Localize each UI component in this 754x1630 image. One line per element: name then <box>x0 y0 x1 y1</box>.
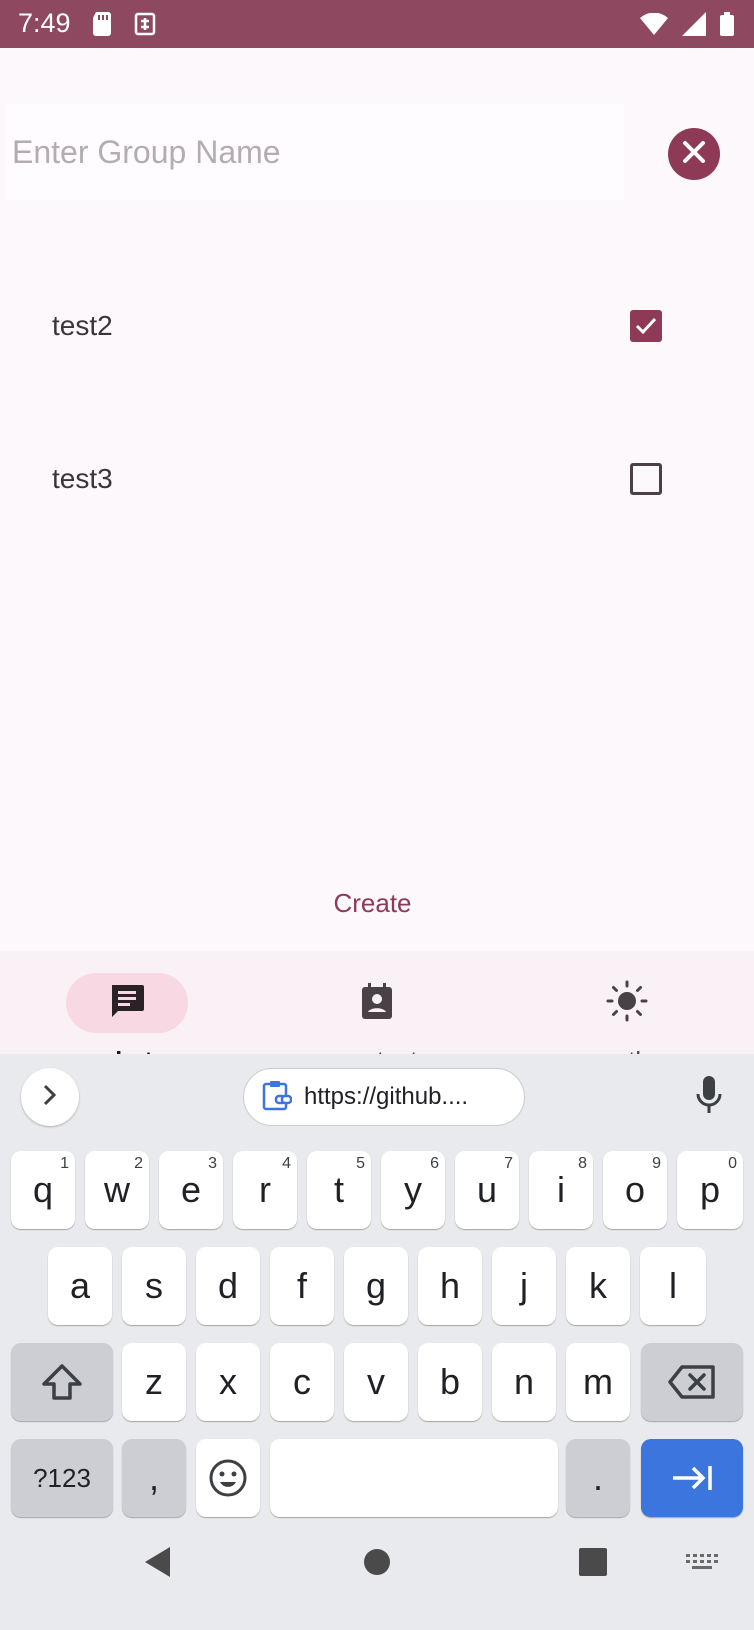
keyboard-expand-button[interactable] <box>21 1068 79 1126</box>
key-d[interactable]: d <box>196 1247 260 1325</box>
contact-icon <box>357 981 397 1026</box>
key-m[interactable]: m <box>566 1343 630 1421</box>
cell-signal-icon <box>682 12 706 41</box>
home-icon[interactable] <box>363 1548 391 1581</box>
key-z[interactable]: z <box>122 1343 186 1421</box>
sim-icon <box>134 12 156 41</box>
check-icon <box>635 317 657 335</box>
symbols-key[interactable]: ?123 <box>11 1439 113 1517</box>
status-bar: 7:49 <box>0 0 754 48</box>
key-y[interactable]: y6 <box>381 1151 445 1229</box>
backspace-icon <box>668 1365 715 1399</box>
system-navigation-bar <box>0 1510 754 1630</box>
key-a[interactable]: a <box>48 1247 112 1325</box>
key-h[interactable]: h <box>418 1247 482 1325</box>
back-icon[interactable] <box>144 1546 172 1583</box>
microphone-icon <box>695 1076 723 1120</box>
emoji-icon <box>209 1459 247 1497</box>
status-time: 7:49 <box>18 8 71 38</box>
contact-name: test2 <box>52 310 113 341</box>
next-arrow-icon <box>673 1466 712 1490</box>
group-name-input[interactable] <box>6 104 624 200</box>
clipboard-suggestion[interactable]: https://github.... <box>243 1068 525 1126</box>
key-i[interactable]: i8 <box>529 1151 593 1229</box>
wifi-icon <box>640 12 668 40</box>
clipboard-link-icon <box>262 1079 293 1116</box>
comma-key[interactable]: , <box>122 1439 186 1517</box>
recents-icon[interactable] <box>579 1548 607 1581</box>
clipboard-text: https://github.... <box>304 1083 469 1110</box>
key-w[interactable]: w2 <box>85 1151 149 1229</box>
create-group-screen: test2 test3 Create chat contact <box>0 48 754 1101</box>
key-j[interactable]: j <box>492 1247 556 1325</box>
key-s[interactable]: s <box>122 1247 186 1325</box>
battery-icon <box>720 12 734 41</box>
enter-key[interactable] <box>641 1439 743 1517</box>
key-c[interactable]: c <box>270 1343 334 1421</box>
clear-button[interactable] <box>668 128 720 180</box>
contact-row[interactable]: test3 <box>0 439 754 519</box>
key-v[interactable]: v <box>344 1343 408 1421</box>
create-button[interactable]: Create <box>290 878 455 928</box>
shift-key[interactable] <box>11 1343 113 1421</box>
key-b[interactable]: b <box>418 1343 482 1421</box>
key-r[interactable]: r4 <box>233 1151 297 1229</box>
chat-icon <box>107 981 147 1026</box>
key-e[interactable]: e3 <box>159 1151 223 1229</box>
key-o[interactable]: o9 <box>603 1151 667 1229</box>
key-u[interactable]: u7 <box>455 1151 519 1229</box>
key-k[interactable]: k <box>566 1247 630 1325</box>
keyboard-switch-icon[interactable] <box>686 1554 718 1579</box>
mic-button[interactable] <box>695 1076 723 1121</box>
key-l[interactable]: l <box>640 1247 706 1325</box>
key-g[interactable]: g <box>344 1247 408 1325</box>
key-n[interactable]: n <box>492 1343 556 1421</box>
contact-row[interactable]: test2 <box>0 286 754 366</box>
period-key[interactable]: . <box>566 1439 630 1517</box>
sun-icon <box>605 979 649 1028</box>
contact-checkbox[interactable] <box>630 310 662 342</box>
key-q[interactable]: q1 <box>11 1151 75 1229</box>
contact-name: test3 <box>52 463 113 494</box>
sd-card-icon <box>92 12 112 41</box>
space-key[interactable] <box>270 1439 558 1517</box>
key-x[interactable]: x <box>196 1343 260 1421</box>
chevron-right-icon <box>41 1084 59 1111</box>
emoji-key[interactable] <box>196 1439 260 1517</box>
key-p[interactable]: p0 <box>677 1151 743 1229</box>
shift-icon <box>42 1364 82 1400</box>
backspace-key[interactable] <box>641 1343 743 1421</box>
key-f[interactable]: f <box>270 1247 334 1325</box>
contact-checkbox[interactable] <box>630 463 662 495</box>
close-icon <box>682 140 706 169</box>
key-t[interactable]: t5 <box>307 1151 371 1229</box>
